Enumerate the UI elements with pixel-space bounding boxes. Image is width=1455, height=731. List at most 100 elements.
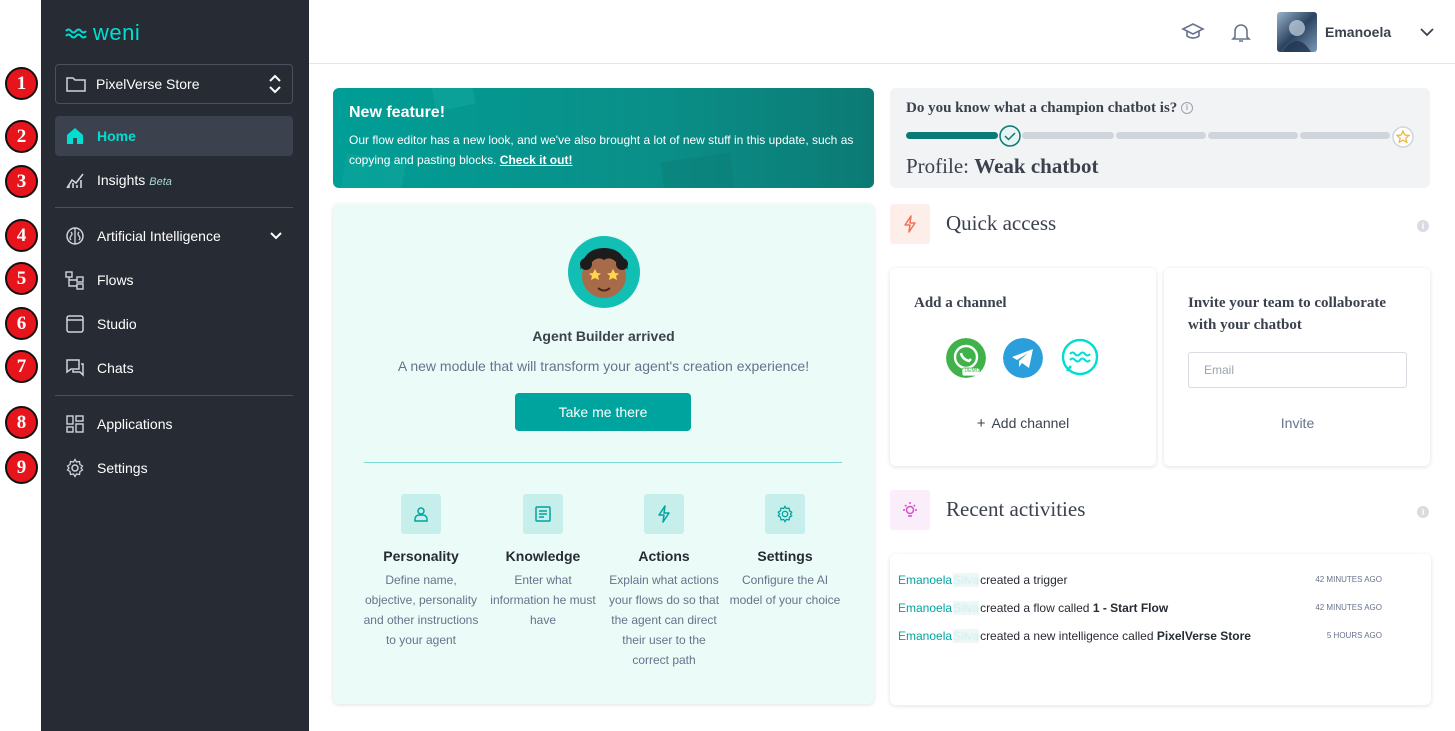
annotation-marker: 1 [5,67,38,100]
annotation-marker: 9 [5,451,38,484]
activity-time: 42 MINUTES AGO [1315,575,1382,584]
sidebar-item-label: Home [97,128,136,144]
home-icon [67,128,83,144]
sidebar-item-label: Chats [97,360,134,376]
sidebar-item-label: Artificial Intelligence [97,228,221,244]
feature-description: Enter what information he must have [490,573,596,627]
weni-logo[interactable]: weni [65,20,140,46]
folder-icon [66,77,86,92]
activity-time: 5 HOURS AGO [1326,631,1382,640]
sidebar-item-chats[interactable]: Chats [55,348,293,388]
applications-icon [66,415,84,433]
activity-target: 1 - Start Flow [1092,601,1169,615]
quick-access-title: Quick access [946,211,1057,235]
sidebar: weni PixelVerse Store Home Insights Beta … [41,0,309,731]
check-it-out-link[interactable]: Check it out! [500,153,573,167]
add-channel-label: Add channel [991,415,1070,431]
sidebar-item-insights[interactable]: Insights Beta [55,160,293,200]
activity-user-surname: Silva [953,629,980,643]
sidebar-item-flows[interactable]: Flows [55,260,293,300]
plus-icon: + [976,415,986,432]
progress-segment [1300,132,1390,139]
activity-target: PixelVerse Store [1156,629,1251,643]
feature-actions: Actions Explain what actions your flows … [604,494,724,670]
beta-badge: Beta [149,176,172,188]
sidebar-item-home[interactable]: Home [55,116,293,156]
annotation-column: 1 2 3 4 5 6 7 8 9 [0,0,41,731]
feature-title: Actions [638,548,690,564]
flows-icon [65,271,84,290]
agent-avatar [568,236,640,308]
progress-segment [1022,132,1114,139]
add-channel-card: Add a channel DEMO + Add channel [890,268,1156,466]
list-item: Emanoela Silva created a trigger 42 MINU… [898,573,1418,587]
avatar-image [1283,20,1311,52]
chevron-down-icon[interactable] [269,231,283,241]
avatar[interactable] [1277,12,1317,52]
weni-chat-icon[interactable] [1060,338,1100,378]
add-channel-title: Add a channel [914,295,1007,311]
recent-activities-title: Recent activities [946,497,1086,521]
divider [364,462,842,463]
studio-icon [66,315,84,333]
banner-title: New feature! [349,104,446,121]
project-selector[interactable]: PixelVerse Store [55,64,293,104]
brain-icon [66,227,84,245]
banner-description: Our flow editor has a new look, and we'v… [349,133,854,167]
chevron-down-icon[interactable] [1419,22,1435,42]
recent-activities-list: Emanoela Silva created a trigger 42 MINU… [890,554,1431,705]
info-icon[interactable]: i [1417,220,1429,232]
feature-description: Configure the AI model of your choice [729,573,841,607]
sidebar-item-applications[interactable]: Applications [55,404,293,444]
info-icon[interactable]: i [1181,102,1194,114]
email-field[interactable]: Email [1188,352,1407,388]
lightning-icon [644,494,684,534]
activity-user-surname: Silva [953,573,980,587]
demo-badge: DEMO [964,368,980,374]
invite-team-card: Invite your team to collaborate with you… [1164,268,1430,466]
insights-label: Insights [97,172,146,188]
profile-label: Profile: [906,154,969,178]
lightning-icon [890,204,930,244]
chevron-up-down-icon [269,74,281,94]
agent-builder-card: Agent Builder arrived A new module that … [333,204,874,704]
invite-title: Invite your team to collaborate with you… [1188,295,1387,333]
activity-user[interactable]: Emanoela [898,573,952,587]
top-bar: Emanoela [309,0,1455,64]
invite-button[interactable]: Invite [1188,415,1407,431]
sidebar-item-label: Insights Beta [97,172,283,188]
graduation-cap-icon[interactable] [1181,20,1205,44]
take-me-there-button[interactable]: Take me there [515,393,691,431]
champion-question: Do you know what a champion chatbot is? … [906,100,1194,117]
feature-title: Settings [757,548,813,564]
activity-action: created a flow called [980,601,1090,615]
activity-user[interactable]: Emanoela [898,629,952,643]
activity-user[interactable]: Emanoela [898,601,952,615]
bell-icon[interactable] [1229,20,1253,44]
gear-icon [765,494,805,534]
user-name[interactable]: Emanoela [1325,24,1391,40]
question-text: Do you know what a champion chatbot is? [906,100,1178,116]
progress-segment [1208,132,1298,139]
star-circle-icon [1392,126,1414,148]
logo-text: weni [93,20,141,45]
project-name: PixelVerse Store [96,76,200,92]
annotation-marker: 3 [5,165,38,198]
sidebar-item-label: Applications [97,416,173,432]
insights-icon [66,173,84,189]
annotation-marker: 4 [5,219,38,252]
champion-chatbot-card: Do you know what a champion chatbot is? … [890,88,1430,188]
profile-value: Weak chatbot [974,154,1099,178]
telegram-icon[interactable] [1003,338,1043,378]
sidebar-item-label: Settings [97,460,148,476]
info-icon[interactable]: i [1417,506,1429,518]
feature-knowledge: Knowledge Enter what information he must… [483,494,603,630]
add-channel-button[interactable]: + Add channel [890,415,1156,432]
sidebar-item-studio[interactable]: Studio [55,304,293,344]
sidebar-item-artificial-intelligence[interactable]: Artificial Intelligence [55,216,293,256]
sidebar-item-settings[interactable]: Settings [55,448,293,488]
chats-icon [66,359,84,377]
feature-personality: Personality Define name, objective, pers… [361,494,481,650]
new-feature-banner: New feature! Our flow editor has a new l… [333,88,874,188]
profile-status: Profile: Weak chatbot [906,154,1099,179]
